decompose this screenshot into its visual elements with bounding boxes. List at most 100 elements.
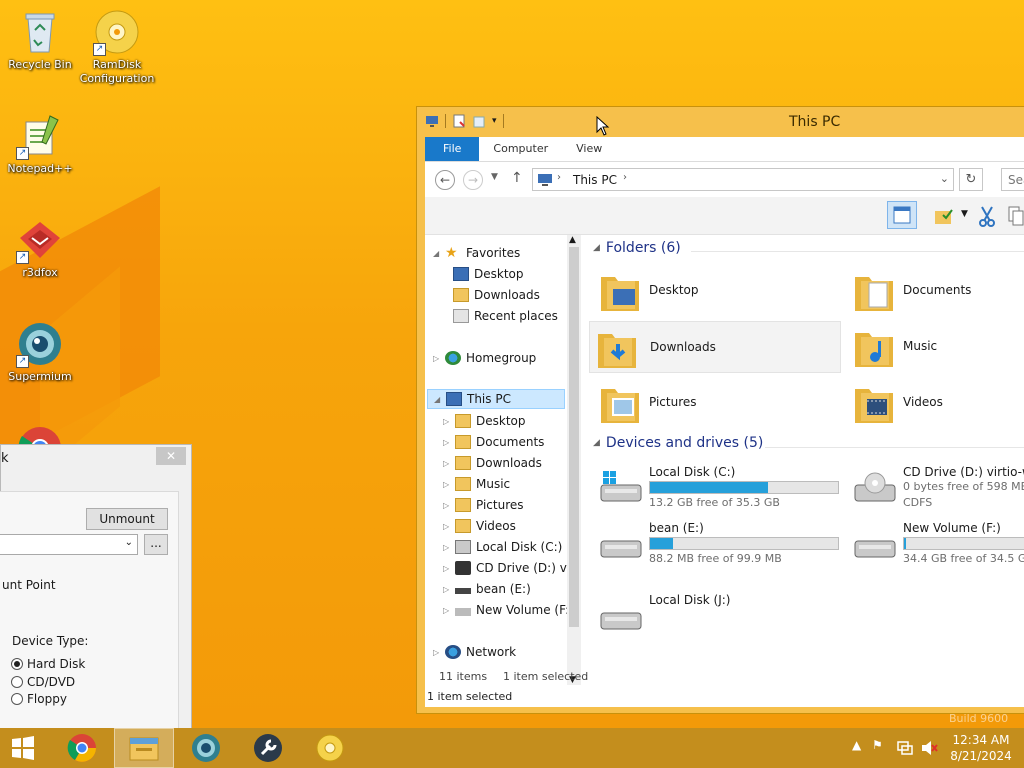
scrollbar-thumb[interactable]: [569, 247, 579, 627]
dialog-title: k: [1, 451, 9, 466]
tree-item-pc-desktop[interactable]: ▷ Desktop: [443, 411, 526, 431]
radio-button[interactable]: [11, 676, 23, 688]
expand-icon[interactable]: ▷: [433, 648, 445, 657]
recent-locations-icon[interactable]: ▼: [491, 172, 498, 182]
volume-muted-icon[interactable]: [920, 740, 938, 756]
chevron-down-icon[interactable]: ▼: [961, 209, 968, 219]
expand-icon[interactable]: ▷: [443, 459, 455, 468]
unmount-button[interactable]: Unmount: [86, 508, 168, 530]
tree-item-this-pc[interactable]: ◢ This PC: [427, 389, 565, 409]
collapse-icon[interactable]: ◢: [593, 438, 600, 448]
desktop-icon-supermium[interactable]: ↗ Supermium: [0, 320, 80, 384]
tree-item-network[interactable]: ▷ Network: [433, 642, 516, 662]
tree-item-bean-e[interactable]: ▷ bean (E:): [443, 579, 531, 599]
action-center-flag-icon[interactable]: ⚑: [872, 738, 883, 752]
taskbar-ramdisk[interactable]: [300, 728, 360, 768]
expand-icon[interactable]: ◢: [434, 395, 446, 404]
drive-select[interactable]: ⌄: [0, 534, 138, 555]
tree-item-pc-downloads[interactable]: ▷ Downloads: [443, 453, 542, 473]
radio-floppy[interactable]: Floppy: [11, 692, 67, 706]
tree-item-fav-downloads[interactable]: Downloads: [453, 285, 540, 305]
folder-tile-pictures[interactable]: Pictures: [593, 377, 843, 429]
tree-item-favorites[interactable]: ◢ ★ Favorites: [433, 243, 520, 263]
tab-view[interactable]: View: [562, 137, 616, 161]
expand-icon[interactable]: ▷: [443, 606, 455, 615]
expand-icon[interactable]: ▷: [443, 543, 455, 552]
dialog-close-button[interactable]: ✕: [156, 447, 186, 465]
tab-computer[interactable]: Computer: [479, 137, 562, 161]
radio-hard-disk[interactable]: Hard Disk: [11, 657, 85, 671]
taskbar-settings-tool[interactable]: [238, 728, 298, 768]
new-folder-icon[interactable]: [472, 114, 486, 128]
expand-icon[interactable]: ▷: [443, 522, 455, 531]
expand-icon[interactable]: ▷: [443, 480, 455, 489]
scroll-up-icon[interactable]: ▲: [569, 235, 576, 245]
network-icon[interactable]: [896, 740, 914, 756]
drive-tile-local-disk-c[interactable]: Local Disk (C:) 13.2 GB free of 35.3 GB: [593, 463, 843, 517]
drive-tile-bean-e[interactable]: bean (E:) 88.2 MB free of 99.9 MB: [593, 519, 843, 573]
breadcrumb-separator-icon: ›: [557, 172, 561, 183]
desktop-icon-recycle-bin[interactable]: Recycle Bin: [0, 8, 80, 72]
forward-button[interactable]: →: [463, 170, 483, 190]
breadcrumb[interactable]: This PC: [573, 173, 617, 187]
radio-cd-dvd[interactable]: CD/DVD: [11, 675, 75, 689]
folder-tile-downloads[interactable]: Downloads: [589, 321, 841, 373]
drive-tile-cd-drive-d[interactable]: CD Drive (D:) virtio-wi 0 bytes free of …: [847, 463, 1024, 517]
expand-icon[interactable]: ▷: [433, 354, 445, 363]
customize-qat-icon[interactable]: ▾: [492, 116, 497, 126]
tree-item-homegroup[interactable]: ▷ Homegroup: [433, 348, 536, 368]
folder-tile-music[interactable]: Music: [847, 321, 1024, 373]
refresh-button[interactable]: ↻: [959, 168, 983, 191]
system-clock[interactable]: 12:34 AM 8/21/2024: [944, 732, 1018, 764]
tree-item-cd-drive-d[interactable]: ▷ CD Drive (D:) virt: [443, 558, 580, 578]
folder-tile-documents[interactable]: Documents: [847, 265, 1024, 317]
drives-group-header[interactable]: ◢ Devices and drives (5): [593, 435, 763, 451]
radio-button[interactable]: [11, 658, 23, 670]
drive-tile-local-disk-j[interactable]: Local Disk (J:): [593, 591, 843, 645]
expand-icon[interactable]: ▷: [443, 564, 455, 573]
expand-icon[interactable]: ▷: [443, 501, 455, 510]
show-hidden-icons[interactable]: ▲: [852, 738, 861, 752]
up-button[interactable]: ↑: [511, 170, 523, 186]
folder-tile-desktop[interactable]: Desktop: [593, 265, 843, 317]
chevron-down-icon[interactable]: ⌄: [940, 172, 949, 185]
folder-check-icon[interactable]: [933, 205, 955, 227]
back-button[interactable]: ←: [435, 170, 455, 190]
taskbar-chrome[interactable]: [52, 728, 112, 768]
tree-item-pc-videos[interactable]: ▷ Videos: [443, 516, 516, 536]
expand-icon[interactable]: ◢: [433, 249, 445, 258]
browse-button[interactable]: ...: [144, 534, 168, 555]
tree-item-pc-pictures[interactable]: ▷ Pictures: [443, 495, 524, 515]
tree-item-fav-desktop[interactable]: Desktop: [453, 264, 524, 284]
folder-tile-videos[interactable]: Videos: [847, 377, 1024, 429]
radio-button[interactable]: [11, 693, 23, 705]
desktop-icon-r3dfox[interactable]: ↗ r3dfox: [0, 216, 80, 280]
properties-icon[interactable]: [452, 114, 466, 128]
tab-file[interactable]: File: [425, 137, 480, 161]
folders-group-header[interactable]: ◢ Folders (6): [593, 240, 681, 256]
expand-icon[interactable]: ▷: [443, 585, 455, 594]
drive-name: Local Disk (J:): [649, 593, 731, 607]
drive-tile-new-volume-f[interactable]: New Volume (F:) 34.4 GB free of 34.5 GB: [847, 519, 1024, 573]
address-input[interactable]: › This PC › ⌄: [532, 168, 954, 191]
nav-scrollbar[interactable]: ▲ ▼: [567, 235, 581, 685]
desktop-icon-ramdisk[interactable]: ↗ RamDisk Configuration: [77, 8, 157, 86]
breadcrumb-chevron-icon[interactable]: ›: [623, 172, 627, 183]
collapse-icon[interactable]: ◢: [593, 243, 600, 253]
navigation-pane-button[interactable]: [887, 201, 917, 229]
expand-icon[interactable]: ▷: [443, 417, 455, 426]
cut-icon[interactable]: [977, 205, 997, 227]
tree-item-new-volume-f[interactable]: ▷ New Volume (F:): [443, 600, 574, 620]
expand-icon[interactable]: ▷: [443, 438, 455, 447]
taskbar-supermium[interactable]: [176, 728, 236, 768]
search-input[interactable]: Sear: [1001, 168, 1024, 191]
tree-item-recent-places[interactable]: Recent places: [453, 306, 558, 326]
title-bar[interactable]: ▾ This PC: [417, 107, 1024, 137]
copy-icon[interactable]: [1007, 205, 1024, 227]
start-button[interactable]: [0, 728, 46, 768]
desktop-icon-notepad[interactable]: ↗ Notepad++: [0, 112, 80, 176]
tree-item-local-disk-c[interactable]: ▷ Local Disk (C:): [443, 537, 562, 557]
taskbar-file-explorer[interactable]: [114, 728, 174, 768]
tree-item-pc-documents[interactable]: ▷ Documents: [443, 432, 544, 452]
tree-item-pc-music[interactable]: ▷ Music: [443, 474, 510, 494]
